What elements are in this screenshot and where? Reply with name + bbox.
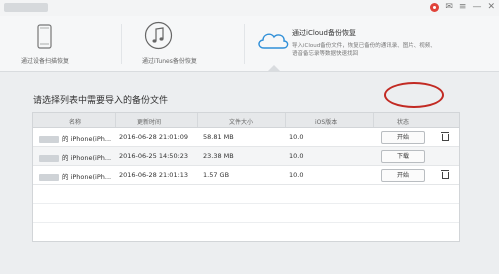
tab-itunes-backup-label: 通过iTunes备份恢复: [142, 58, 197, 65]
tab-icloud-backup-label: 通过iCloud备份恢复: [292, 29, 356, 37]
message-icon[interactable]: ✉: [445, 2, 453, 13]
weibo-icon[interactable]: [430, 3, 440, 12]
tab-icloud-desc-line1: 导入iCloud备份文件，恢复已备份的通讯录、图片、视频、: [292, 43, 436, 49]
backup-ios-version: 10.0: [289, 152, 304, 160]
blurred-owner-name: [39, 135, 59, 143]
download-button[interactable]: 下载: [381, 150, 425, 163]
tab-divider: [244, 24, 245, 64]
start-button[interactable]: 开始: [381, 169, 425, 182]
title-bar: ✉ ≡ — ✕: [0, 0, 499, 16]
page-instruction: 请选择列表中需要导入的备份文件: [33, 96, 169, 106]
backup-size: 58.81 MB: [203, 133, 234, 141]
table-row[interactable]: 的 iPhone(iPh... 2016-06-25 14:50:23 23.3…: [33, 147, 459, 166]
column-header-size: 文件大小: [229, 119, 254, 126]
cloud-icon: [258, 33, 289, 49]
backup-name-cell: 的 iPhone(iPh...: [39, 152, 111, 162]
tab-icloud-desc-line2: 语音备忘录等数据快速找回: [292, 51, 359, 57]
window-controls: ✉ ≡ — ✕: [430, 2, 495, 13]
blurred-owner-name: [39, 154, 59, 162]
table-row[interactable]: 的 iPhone(iPh... 2016-06-28 21:01:09 58.8…: [33, 128, 459, 147]
table-row[interactable]: 的 iPhone(iPh... 2016-06-28 21:01:13 1.57…: [33, 166, 459, 185]
empty-row: [33, 204, 459, 223]
backup-time: 2016-06-28 21:01:09: [119, 133, 189, 141]
backup-ios-version: 10.0: [289, 171, 304, 179]
app-title-blurred: [4, 3, 48, 12]
empty-row: [33, 185, 459, 204]
close-icon[interactable]: ✕: [487, 2, 495, 13]
column-divider: [115, 113, 116, 127]
backup-name-cell: 的 iPhone(iPh...: [39, 133, 111, 143]
music-note-icon: [144, 21, 173, 50]
backup-name: 的 iPhone(iPh...: [62, 135, 112, 143]
backup-table: 名称 更新时间 文件大小 iOS版本 状态 的 iPhone(iPh... 20…: [32, 112, 460, 242]
column-divider: [197, 113, 198, 127]
backup-size: 1.57 GB: [203, 171, 230, 179]
column-header-status: 状态: [397, 119, 410, 126]
recovery-mode-tabs: 通过设备扫描恢复 通过iTunes备份恢复 通过iCloud备份恢复 导入iCl…: [0, 16, 499, 72]
column-divider: [373, 113, 374, 127]
active-tab-indicator: [268, 65, 280, 71]
backup-name: 的 iPhone(iPh...: [62, 154, 112, 162]
backup-time: 2016-06-28 21:01:13: [119, 171, 189, 179]
backup-name: 的 iPhone(iPh...: [62, 173, 112, 181]
backup-time: 2016-06-25 14:50:23: [119, 152, 189, 160]
tab-icloud-backup[interactable]: 通过iCloud备份恢复 导入iCloud备份文件，恢复已备份的通讯录、图片、视…: [246, 16, 499, 71]
menu-icon[interactable]: ≡: [459, 2, 467, 13]
tab-device-scan-label: 通过设备扫描恢复: [21, 58, 70, 65]
table-header: 名称 更新时间 文件大小 iOS版本 状态: [33, 113, 459, 128]
column-divider: [285, 113, 286, 127]
trash-icon[interactable]: [441, 170, 449, 179]
phone-icon: [37, 24, 52, 49]
backup-ios-version: 10.0: [289, 133, 304, 141]
backup-name-cell: 的 iPhone(iPh...: [39, 171, 111, 181]
column-header-ios: iOS版本: [315, 119, 338, 126]
start-button[interactable]: 开始: [381, 131, 425, 144]
backup-size: 23.38 MB: [203, 152, 234, 160]
tab-device-scan[interactable]: 通过设备扫描恢复: [0, 16, 120, 71]
blurred-owner-name: [39, 173, 59, 181]
column-header-name: 名称: [69, 119, 82, 126]
tab-itunes-backup[interactable]: 通过iTunes备份恢复: [122, 16, 242, 71]
trash-icon[interactable]: [441, 132, 449, 141]
empty-row: [33, 223, 459, 241]
minimize-icon[interactable]: —: [472, 2, 481, 13]
column-header-time: 更新时间: [137, 119, 162, 126]
highlight-circle: [384, 82, 444, 108]
